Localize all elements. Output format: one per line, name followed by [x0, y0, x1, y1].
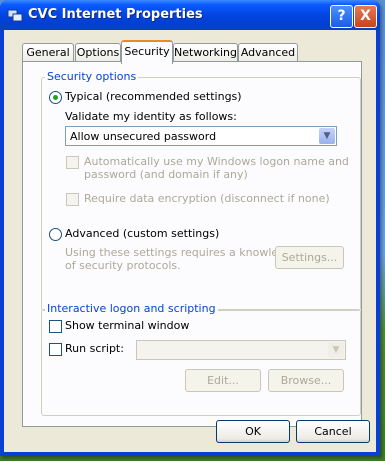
chevron-down-icon[interactable]: ▼: [328, 342, 344, 358]
edit-button[interactable]: Edit...: [185, 369, 261, 392]
window-title: CVC Internet Properties: [28, 7, 203, 22]
tab-general[interactable]: General: [22, 43, 74, 62]
show-terminal-checkbox[interactable]: [49, 320, 62, 333]
dialog-client-area: General Options Security Networking Adva…: [4, 30, 376, 452]
ok-button[interactable]: OK: [216, 420, 290, 443]
browse-button[interactable]: Browse...: [268, 369, 344, 392]
interactive-logon-legend: Interactive logon and scripting: [45, 302, 218, 315]
tab-networking[interactable]: Networking: [173, 43, 238, 62]
validate-identity-select[interactable]: Allow unsecured password ▼: [65, 126, 337, 146]
advanced-label[interactable]: Advanced (custom settings): [65, 227, 219, 240]
help-button[interactable]: ?: [330, 5, 353, 28]
run-script-select[interactable]: ▼: [136, 340, 346, 360]
chevron-down-icon[interactable]: ▼: [319, 128, 335, 144]
auto-logon-label-line1: Automatically use my Windows logon name …: [84, 155, 349, 168]
security-tab-panel: Security options Typical (recommended se…: [22, 61, 362, 427]
advanced-radio[interactable]: [49, 228, 62, 241]
security-options-legend: Security options: [45, 70, 139, 83]
tab-security[interactable]: Security: [121, 40, 173, 64]
close-button[interactable]: X: [354, 5, 377, 28]
radio-selected-dot: [53, 95, 58, 100]
encryption-label: Require data encryption (disconnect if n…: [84, 192, 330, 205]
auto-logon-label-line2: password (and domain if any): [84, 168, 248, 181]
validate-identity-label: Validate my identity as follows:: [65, 110, 237, 123]
tab-options[interactable]: Options: [75, 43, 121, 62]
run-script-label[interactable]: Run script:: [65, 342, 124, 355]
encryption-checkbox[interactable]: [66, 193, 79, 206]
typical-radio[interactable]: [49, 91, 62, 104]
properties-dialog: CVC Internet Properties ? X General Opti…: [0, 0, 380, 456]
run-script-checkbox[interactable]: [49, 343, 62, 356]
cancel-button[interactable]: Cancel: [296, 420, 370, 443]
advanced-desc-line1: Using these settings requires a knowledg…: [65, 246, 299, 259]
advanced-desc-line2: of security protocols.: [65, 259, 181, 272]
typical-label[interactable]: Typical (recommended settings): [65, 90, 242, 103]
settings-button[interactable]: Settings...: [275, 246, 344, 269]
auto-logon-checkbox[interactable]: [66, 156, 79, 169]
tab-advanced[interactable]: Advanced: [238, 43, 298, 62]
validate-identity-value: Allow unsecured password: [70, 130, 217, 143]
network-connection-icon: [7, 9, 23, 22]
show-terminal-label[interactable]: Show terminal window: [65, 319, 189, 332]
title-bar[interactable]: CVC Internet Properties ? X: [0, 0, 380, 30]
